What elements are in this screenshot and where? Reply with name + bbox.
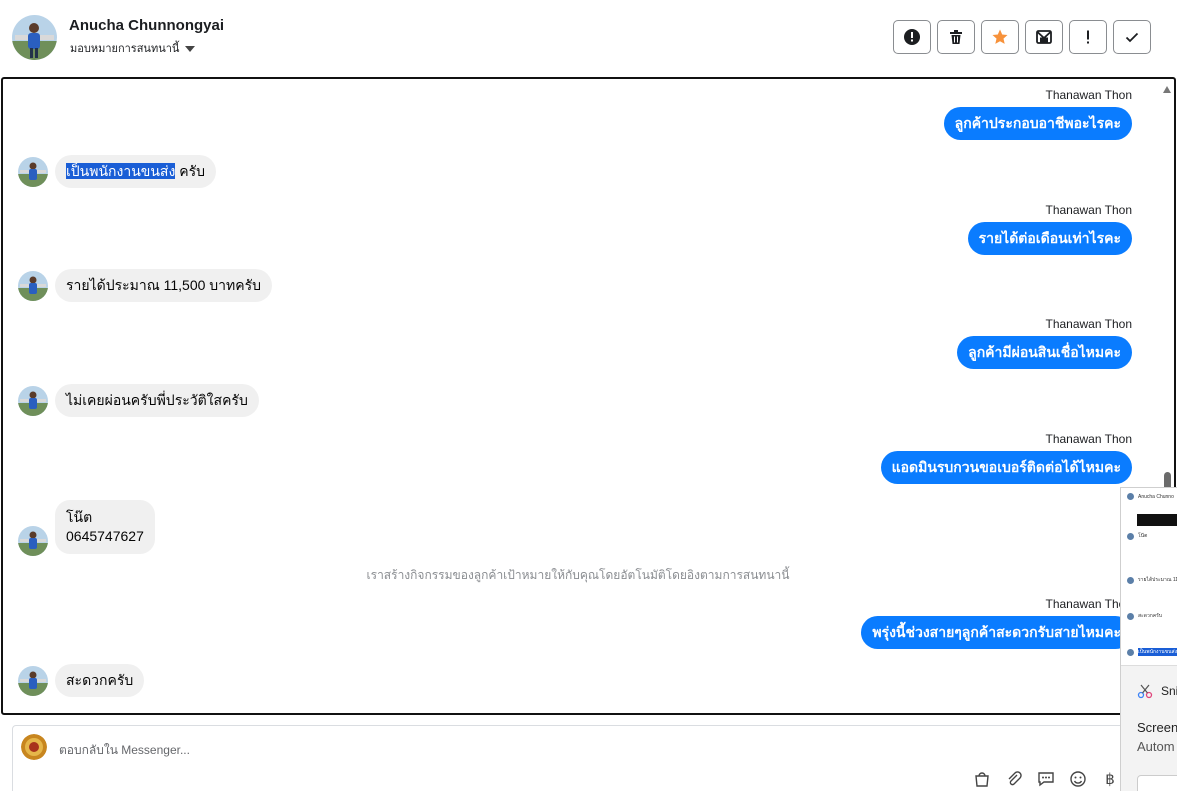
trash-icon [950,30,962,44]
page-logo-avatar [21,734,47,760]
snip-app-label: Sni [1137,683,1177,699]
thumb-row: สะดวกครับ [1127,612,1162,620]
chat-icon[interactable] [1037,770,1055,788]
scissors-icon [1137,684,1153,699]
mark-unread-button[interactable] [1025,20,1063,54]
incoming-message[interactable]: เป็นพนักงานขนส่ง ครับ [55,155,216,188]
composer-actions: ฿ [973,770,1119,788]
report-button[interactable] [893,20,931,54]
contact-avatar-small[interactable] [18,156,48,187]
incoming-message[interactable]: รายได้ประมาณ 11,500 บาทครับ [55,269,273,302]
thumb-row: รายได้ประมาณ 11,500 บาทครับ [1127,576,1177,584]
incoming-message-row: สะดวกครับ [18,664,145,697]
outgoing-message[interactable]: รายได้ต่อเดือนเท่าไรคะ [967,222,1132,255]
contact-avatar[interactable] [12,15,57,60]
contact-name[interactable]: Anucha Chunnongyai [69,17,224,34]
message-sender: Thanawan Thon [1045,317,1132,331]
reply-input[interactable]: ตอบกลับใน Messenger... [59,741,190,760]
screenshot-thumbnail[interactable]: Anucha Chunno โน๊ต รายได้ประมาณ 11,500 บ… [1121,488,1177,666]
selected-text: เป็นพนักงานขนส่ง [66,163,176,179]
contact-avatar-small[interactable] [18,665,48,696]
message-thread[interactable]: Thanawan Thon ลูกค้าประกอบอาชีพอะไรคะ เป… [1,77,1176,715]
message-line: โน๊ต [66,509,93,525]
bag-icon[interactable] [973,770,991,788]
caret-down-icon [185,45,196,52]
thumb-row: เป็นพนักงานขนส่ง [1127,648,1177,656]
message-sender: Thanawan Thon [1045,432,1132,446]
incoming-message-row: เป็นพนักงานขนส่ง ครับ [18,155,216,188]
snip-app-name: Sni [1161,684,1177,698]
incoming-message-row: รายได้ประมาณ 11,500 บาทครับ [18,269,273,302]
conversation-toolbar [893,20,1151,54]
conversation-header: Anucha Chunnongyai มอบหมายการสนทนานี้ [0,0,1177,76]
message-sender: Thanawan Thon [1045,203,1132,217]
envelope-icon [1036,30,1052,44]
reply-composer[interactable]: ตอบกลับใน Messenger... ฿ [12,725,1177,791]
check-icon [1125,32,1139,43]
contact-avatar-small[interactable] [18,270,48,301]
system-notice: เราสร้างกิจกรรมของลูกค้าเป้าหมายให้กับคุ… [366,568,790,582]
message-text: ครับ [175,163,205,179]
snip-subtitle: Autom [1137,739,1175,754]
thumb-row: โน๊ต [1127,532,1147,540]
alert-circle-icon [904,29,920,45]
star-button[interactable] [981,20,1019,54]
incoming-message[interactable]: ไม่เคยผ่อนครับพี่ประวัติใสครับ [55,384,259,417]
incoming-message-row: ไม่เคยผ่อนครับพี่ประวัติใสครับ [18,384,259,417]
outgoing-message[interactable]: ลูกค้าประกอบอาชีพอะไรคะ [943,107,1132,140]
delete-button[interactable] [937,20,975,54]
thumb-dark-block [1137,514,1177,526]
outgoing-message[interactable]: แอดมินรบกวนขอเบอร์ติดต่อได้ไหมคะ [880,451,1132,484]
phone-number: 0645747627 [66,528,144,544]
incoming-message-row: โน๊ต 0645747627 [18,498,155,556]
follow-up-button[interactable] [1069,20,1107,54]
mark-done-button[interactable] [1113,20,1151,54]
outgoing-message[interactable]: พรุ่งนี้ช่วงสายๆลูกค้าสะดวกรับสายไหมคะ [861,616,1132,649]
baht-icon[interactable]: ฿ [1101,770,1119,788]
snip-action-button[interactable] [1137,775,1177,791]
contact-avatar-small[interactable] [18,526,48,556]
outgoing-message[interactable]: ลูกค้ามีผ่อนสินเชื่อไหมคะ [957,336,1132,369]
assign-conversation-dropdown[interactable]: มอบหมายการสนทนานี้ [70,39,196,57]
scroll-up-arrow-icon[interactable] [1163,86,1171,93]
star-icon [992,29,1008,44]
assign-label: มอบหมายการสนทนานี้ [70,43,180,55]
exclamation-icon [1087,30,1089,44]
thumb-header: Anucha Chunno [1127,493,1174,500]
snipping-tool-notification[interactable]: Anucha Chunno โน๊ต รายได้ประมาณ 11,500 บ… [1120,487,1177,791]
message-sender: Thanawan Thon [1045,88,1132,102]
paperclip-icon[interactable] [1005,770,1023,788]
incoming-message[interactable]: โน๊ต 0645747627 [55,500,155,554]
incoming-message[interactable]: สะดวกครับ [55,664,145,697]
snip-title: Screen [1137,720,1177,735]
smiley-icon[interactable] [1069,770,1087,788]
contact-avatar-small[interactable] [18,385,48,416]
